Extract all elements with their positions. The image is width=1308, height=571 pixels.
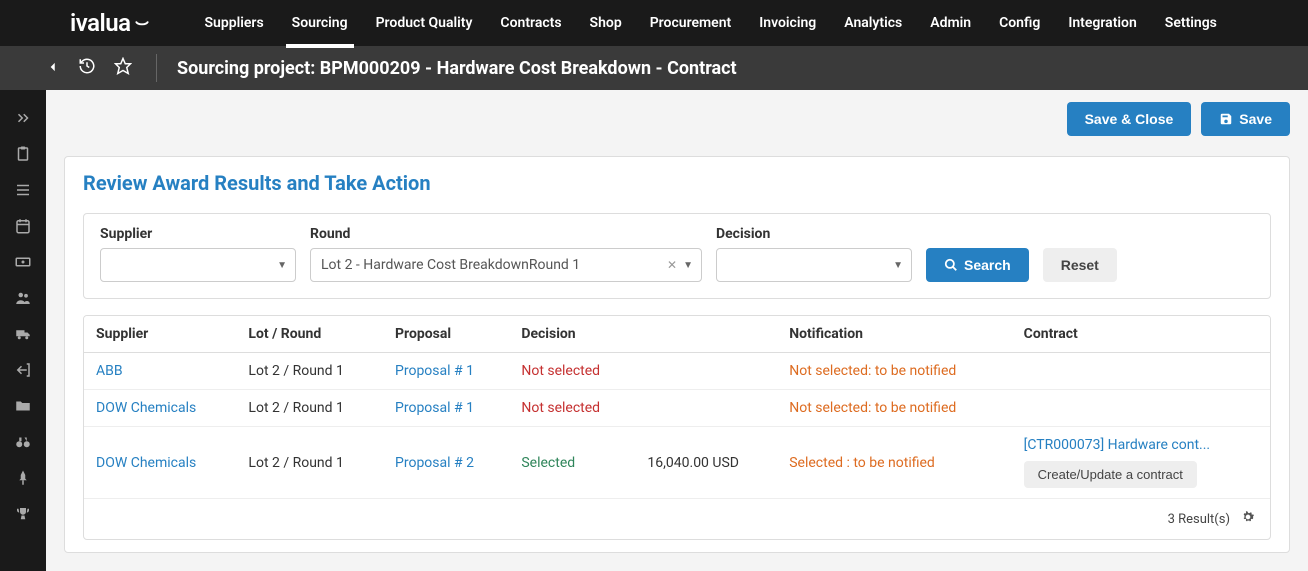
notification-text: Not selected: to be notified (789, 363, 956, 379)
clear-icon[interactable]: ✕ (667, 258, 677, 272)
proposal-link[interactable]: Proposal # 2 (395, 455, 474, 471)
amount-cell (635, 390, 777, 427)
column-header (635, 316, 777, 353)
nav-item-invoicing[interactable]: Invoicing (745, 0, 830, 46)
table-row: ABB Lot 2 / Round 1 Proposal # 1 Not select… (84, 353, 1270, 390)
sidebar-binoculars-icon[interactable] (0, 424, 46, 460)
history-icon[interactable] (78, 57, 96, 80)
save-icon (1219, 112, 1233, 126)
sidebar-exit-icon[interactable] (0, 352, 46, 388)
sidebar-expand-icon[interactable] (0, 100, 46, 136)
decision-filter-label: Decision (716, 226, 912, 242)
supplier-link[interactable]: DOW Chemicals (96, 400, 196, 416)
nav-item-suppliers[interactable]: Suppliers (191, 0, 278, 46)
nav-item-settings[interactable]: Settings (1151, 0, 1231, 46)
table-row: DOW Chemicals Lot 2 / Round 1 Proposal # 1… (84, 390, 1270, 427)
sidebar-calendar-icon[interactable] (0, 208, 46, 244)
notification-text: Not selected: to be notified (789, 400, 956, 416)
panel-title: Review Award Results and Take Action (65, 157, 1289, 205)
column-header: Notification (777, 316, 1011, 353)
nav-item-admin[interactable]: Admin (916, 0, 985, 46)
supplier-link[interactable]: ABB (96, 363, 123, 379)
back-icon[interactable] (46, 58, 60, 79)
gear-icon[interactable] (1240, 509, 1256, 529)
column-header: Supplier (84, 316, 236, 353)
nav-item-product-quality[interactable]: Product Quality (362, 0, 487, 46)
page-title: Sourcing project: BPM000209 - Hardware C… (177, 58, 737, 79)
left-sidebar (0, 90, 46, 571)
top-nav: ivalua SuppliersSourcingProduct QualityC… (0, 0, 1308, 46)
sidebar-folder-icon[interactable] (0, 388, 46, 424)
filter-bar: Supplier ▼ Round Lot 2 - Hardware Cost B… (83, 213, 1271, 299)
star-icon[interactable] (114, 57, 132, 80)
proposal-link[interactable]: Proposal # 1 (395, 363, 474, 379)
chevron-down-icon: ▼ (893, 260, 903, 271)
supplier-filter-label: Supplier (100, 226, 296, 242)
contract-link[interactable]: [CTR000073] Hardware cont... (1024, 437, 1210, 453)
search-button[interactable]: Search (926, 248, 1029, 282)
logo: ivalua (0, 9, 191, 37)
decision-text: Not selected (521, 363, 600, 379)
search-icon (944, 258, 958, 272)
column-header: Proposal (383, 316, 509, 353)
amount-cell: 16,040.00 USD (635, 427, 777, 499)
sub-nav: Sourcing project: BPM000209 - Hardware C… (0, 46, 1308, 90)
save-close-button[interactable]: Save & Close (1067, 102, 1192, 136)
create-contract-button[interactable]: Create/Update a contract (1024, 461, 1197, 488)
lot-round-cell: Lot 2 / Round 1 (236, 353, 383, 390)
decision-select[interactable]: ▼ (716, 248, 912, 282)
decision-text: Not selected (521, 400, 600, 416)
lot-round-cell: Lot 2 / Round 1 (236, 427, 383, 499)
nav-item-analytics[interactable]: Analytics (830, 0, 916, 46)
table-footer: 3 Result(s) (84, 498, 1270, 539)
nav-item-config[interactable]: Config (985, 0, 1054, 46)
sidebar-pin-icon[interactable] (0, 460, 46, 496)
decision-text: Selected (521, 455, 575, 471)
column-header: Lot / Round (236, 316, 383, 353)
award-results-panel: Review Award Results and Take Action Sup… (64, 156, 1290, 553)
supplier-select[interactable]: ▼ (100, 248, 296, 282)
reset-button[interactable]: Reset (1043, 248, 1117, 282)
lot-round-cell: Lot 2 / Round 1 (236, 390, 383, 427)
amount-cell (635, 353, 777, 390)
nav-item-integration[interactable]: Integration (1054, 0, 1150, 46)
results-count: 3 Result(s) (1168, 512, 1230, 527)
notification-text: Selected : to be notified (789, 455, 935, 471)
round-select[interactable]: Lot 2 - Hardware Cost BreakdownRound 1 ✕… (310, 248, 702, 282)
proposal-link[interactable]: Proposal # 1 (395, 400, 474, 416)
column-header: Contract (1012, 316, 1270, 353)
sidebar-truck-icon[interactable] (0, 316, 46, 352)
supplier-link[interactable]: DOW Chemicals (96, 455, 196, 471)
chevron-down-icon: ▼ (683, 260, 693, 271)
nav-item-contracts[interactable]: Contracts (486, 0, 575, 46)
sidebar-cash-icon[interactable] (0, 244, 46, 280)
chevron-down-icon: ▼ (277, 260, 287, 271)
nav-item-sourcing[interactable]: Sourcing (278, 0, 362, 46)
sidebar-users-icon[interactable] (0, 280, 46, 316)
logo-smile-icon (133, 14, 151, 32)
table-row: DOW Chemicals Lot 2 / Round 1 Proposal # 2… (84, 427, 1270, 499)
round-filter-label: Round (310, 226, 702, 242)
nav-item-procurement[interactable]: Procurement (636, 0, 746, 46)
nav-item-shop[interactable]: Shop (576, 0, 636, 46)
sidebar-clipboard-icon[interactable] (0, 136, 46, 172)
sidebar-trophy-icon[interactable] (0, 496, 46, 532)
save-button[interactable]: Save (1201, 102, 1290, 136)
results-table: SupplierLot / RoundProposalDecision Notif… (84, 316, 1270, 498)
sidebar-list-icon[interactable] (0, 172, 46, 208)
column-header: Decision (509, 316, 635, 353)
